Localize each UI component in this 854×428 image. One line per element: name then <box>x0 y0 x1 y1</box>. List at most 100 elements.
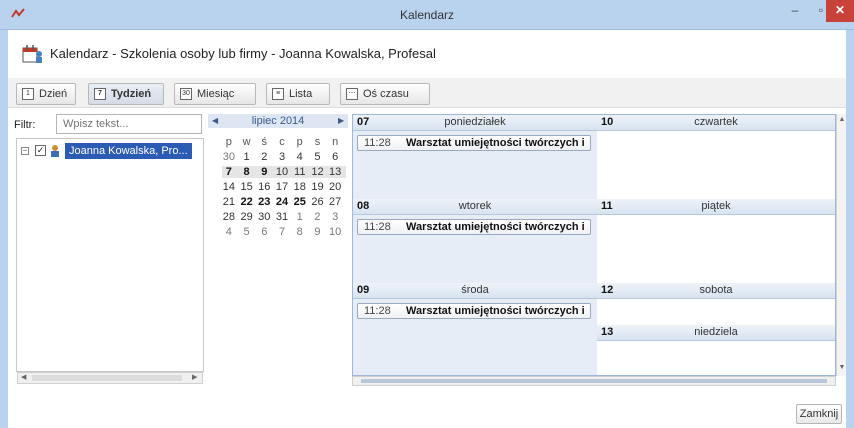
scroll-right-icon[interactable]: ▶ <box>192 373 197 383</box>
weekday-header-row: pwścpsn <box>222 136 346 148</box>
weekday-label: ś <box>261 136 268 148</box>
calendar-day[interactable]: 3 <box>275 151 289 163</box>
day-body[interactable]: 11:28 Warsztat umiejętności twórczych i <box>353 299 597 375</box>
calendar-day[interactable]: 4 <box>293 151 307 163</box>
close-button[interactable]: Zamknij <box>796 404 842 424</box>
window-title: Kalendarz <box>399 8 455 22</box>
calendar-day[interactable]: 7 <box>222 166 236 178</box>
minimize-button[interactable]: – <box>782 0 808 22</box>
calendar-day[interactable]: 27 <box>328 196 342 208</box>
day-header: 10 czwartek <box>597 115 835 131</box>
next-month-icon[interactable]: ▶ <box>338 114 344 128</box>
appointment-title: Warsztat umiejętności twórczych i <box>406 137 585 149</box>
month-view-button[interactable]: 30 Miesiąc <box>174 83 256 105</box>
day-cell[interactable]: 10 czwartek <box>597 115 835 199</box>
calendar-day[interactable]: 16 <box>257 181 271 193</box>
calendar-week-row: 21 22 23 24 25 26 27 <box>222 196 346 208</box>
day-cell[interactable]: 11 piątek <box>597 199 835 283</box>
weekday-label: c <box>279 136 285 148</box>
calendar-day[interactable]: 5 <box>311 151 325 163</box>
calendar-day[interactable]: 24 <box>275 196 289 208</box>
day-view-button[interactable]: 1 Dzień <box>16 83 76 105</box>
mini-calendar-grid: p w ś c p s n 30 1 2 3 4 5 6 7 8 9 10 11 12 13 14 15 16 17 18 19 20… <box>222 136 346 241</box>
prev-month-icon[interactable]: ◀ <box>212 114 218 128</box>
calendar-day[interactable]: 21 <box>222 196 236 208</box>
appointment[interactable]: 11:28 Warsztat umiejętności twórczych i <box>357 135 591 151</box>
calendar-day[interactable]: 15 <box>240 181 254 193</box>
calendar-week-row: 4 5 6 7 8 9 10 <box>222 226 346 238</box>
day-body[interactable] <box>597 341 835 375</box>
calendar-day[interactable]: 17 <box>275 181 289 193</box>
calendar-day[interactable]: 9 <box>311 226 325 238</box>
calendar-day[interactable]: 13 <box>328 166 342 178</box>
appointment[interactable]: 11:28 Warsztat umiejętności twórczych i <box>357 219 591 235</box>
calendar-day[interactable]: 2 <box>257 151 271 163</box>
calendar-day[interactable]: 1 <box>240 151 254 163</box>
week-vertical-scrollbar[interactable]: ▲ ▼ <box>836 114 846 376</box>
calendar-day[interactable]: 31 <box>275 211 289 223</box>
scrollbar-thumb[interactable] <box>32 375 182 381</box>
day-header: 13 niedziela <box>597 325 835 341</box>
calendar-day[interactable]: 22 <box>240 196 254 208</box>
collapse-icon[interactable]: – <box>21 147 29 155</box>
tree-horizontal-scrollbar[interactable]: ◀ ▶ <box>17 372 203 384</box>
calendar-day[interactable]: 14 <box>222 181 236 193</box>
day-body[interactable] <box>597 215 835 283</box>
calendar-day[interactable]: 6 <box>328 151 342 163</box>
day-cell[interactable]: 12 sobota <box>597 283 835 325</box>
day-header: 11 piątek <box>597 199 835 215</box>
calendar-day[interactable]: 26 <box>311 196 325 208</box>
calendar-day[interactable]: 5 <box>240 226 254 238</box>
day-name: sobota <box>699 284 733 296</box>
calendar-week-row: 30 1 2 3 4 5 6 <box>222 151 346 163</box>
window-frame-left <box>0 30 8 428</box>
calendar-day[interactable]: 3 <box>328 211 342 223</box>
day-cell[interactable]: 09 środa 11:28 Warsztat umiejętności twórcz… <box>353 283 597 375</box>
tree-item-checkbox[interactable]: ✓ <box>35 145 46 156</box>
day-cell[interactable]: 07 poniedziałek 11:28 Warsztat umiejętności… <box>353 115 597 199</box>
calendar-day[interactable]: 19 <box>311 181 325 193</box>
timeline-view-button[interactable]: ⋯ Oś czasu <box>340 83 430 105</box>
day-body[interactable] <box>597 299 835 325</box>
calendar-day[interactable]: 20 <box>328 181 342 193</box>
calendar-people-icon <box>22 45 42 63</box>
calendar-day[interactable]: 10 <box>328 226 342 238</box>
filter-input[interactable] <box>56 114 202 134</box>
calendar-day[interactable]: 1 <box>293 211 307 223</box>
appointment[interactable]: 11:28 Warsztat umiejętności twórczych i <box>357 303 591 319</box>
day-cell[interactable]: 08 wtorek 11:28 Warsztat umiejętności twórc… <box>353 199 597 283</box>
day-body[interactable]: 11:28 Warsztat umiejętności twórczych i <box>353 215 597 283</box>
window-titlebar: Kalendarz – ▫ ✕ <box>0 0 854 30</box>
calendar-day[interactable]: 23 <box>257 196 271 208</box>
week-view-button[interactable]: 7 Tydzień <box>88 83 164 105</box>
appointment-title: Warsztat umiejętności twórczych i <box>406 305 585 317</box>
calendar-day[interactable]: 12 <box>311 166 325 178</box>
calendar-day[interactable]: 30 <box>257 211 271 223</box>
calendar-day[interactable]: 18 <box>293 181 307 193</box>
scroll-left-icon[interactable]: ◀ <box>21 373 26 383</box>
calendar-day[interactable]: 6 <box>257 226 271 238</box>
close-window-button[interactable]: ✕ <box>826 0 854 22</box>
list-view-label: Lista <box>289 88 313 100</box>
day-cell[interactable]: 13 niedziela <box>597 325 835 375</box>
calendar-day[interactable]: 7 <box>275 226 289 238</box>
week-horizontal-scrollbar[interactable] <box>352 376 836 386</box>
scrollbar-thumb[interactable] <box>361 379 827 383</box>
calendar-day[interactable]: 25 <box>293 196 307 208</box>
tree-item[interactable]: – ✓ Joanna Kowalska, Pro... <box>21 143 201 159</box>
scroll-down-icon[interactable]: ▼ <box>837 364 847 371</box>
calendar-day[interactable]: 28 <box>222 211 236 223</box>
calendar-day[interactable]: 8 <box>293 226 307 238</box>
calendar-day[interactable]: 2 <box>311 211 325 223</box>
calendar-day[interactable]: 29 <box>240 211 254 223</box>
calendar-day[interactable]: 11 <box>293 166 307 178</box>
scroll-up-icon[interactable]: ▲ <box>837 116 847 123</box>
calendar-day[interactable]: 30 <box>222 151 236 163</box>
calendar-day[interactable]: 9 <box>257 166 271 178</box>
calendar-day[interactable]: 8 <box>240 166 254 178</box>
day-body[interactable]: 11:28 Warsztat umiejętności twórczych i <box>353 131 597 199</box>
calendar-day[interactable]: 4 <box>222 226 236 238</box>
day-body[interactable] <box>597 131 835 199</box>
calendar-day[interactable]: 10 <box>275 166 289 178</box>
list-view-button[interactable]: ≡ Lista <box>266 83 330 105</box>
